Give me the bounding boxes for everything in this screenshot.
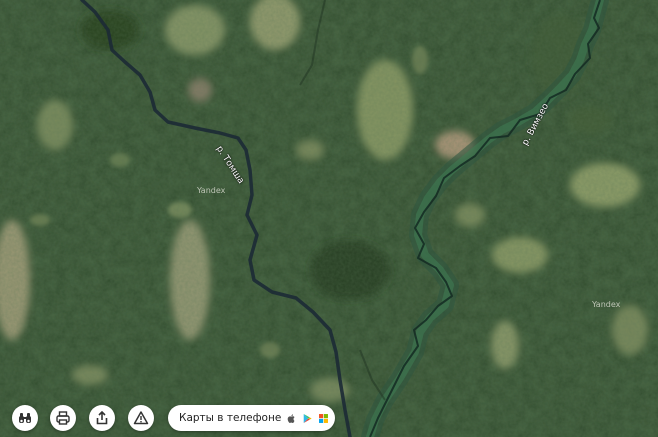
mobile-app-banner-text: Карты в телефоне bbox=[179, 412, 282, 424]
share-icon bbox=[96, 410, 108, 425]
share-button[interactable] bbox=[89, 405, 115, 431]
mobile-app-banner[interactable]: Карты в телефоне bbox=[168, 405, 335, 431]
binoculars-icon bbox=[19, 413, 31, 423]
print-button[interactable] bbox=[50, 405, 76, 431]
apple-icon[interactable] bbox=[286, 413, 297, 424]
map-watermark: Yandex bbox=[197, 186, 226, 195]
google-play-icon[interactable] bbox=[302, 413, 313, 424]
windows-icon[interactable] bbox=[318, 413, 329, 424]
satellite-map[interactable] bbox=[0, 0, 658, 437]
report-error-button[interactable] bbox=[128, 405, 154, 431]
printer-icon bbox=[56, 411, 70, 425]
warning-icon bbox=[133, 411, 149, 425]
binoculars-button[interactable] bbox=[12, 405, 38, 431]
map-watermark: Yandex bbox=[592, 300, 621, 309]
